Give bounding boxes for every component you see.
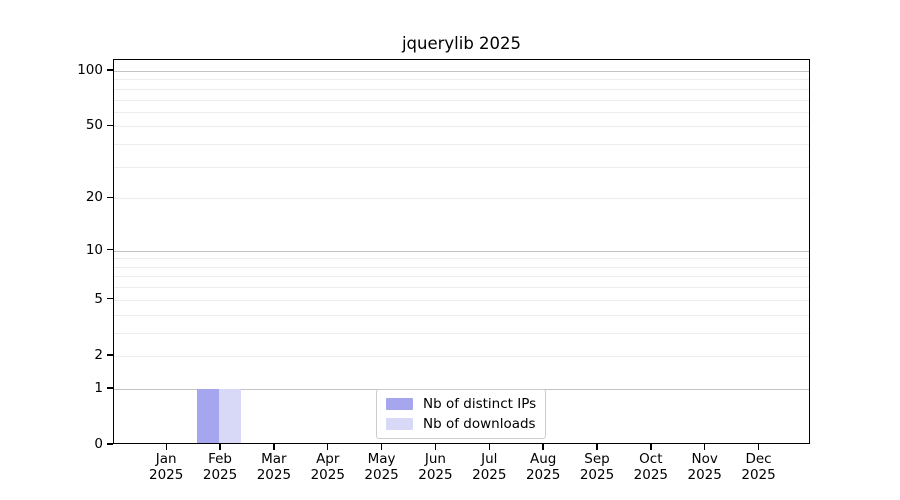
minor-gridline (114, 258, 809, 260)
major-gridline (114, 250, 809, 252)
chart-figure: jquerylib 2025 Nb of distinct IPs Nb of … (0, 0, 900, 500)
y-tick-label: 20 (85, 189, 103, 206)
x-tick-mark (650, 444, 652, 450)
x-tick-label: Dec 2025 (727, 451, 791, 483)
y-tick-mark (107, 354, 113, 356)
x-tick-mark (327, 444, 329, 450)
y-tick-label: 1 (94, 379, 103, 396)
minor-gridline (114, 79, 809, 81)
x-tick-mark (757, 444, 760, 450)
y-tick-mark (107, 387, 113, 389)
minor-gridline (114, 111, 809, 113)
legend-item-downloads: Nb of downloads (386, 416, 536, 432)
minor-gridline (114, 198, 809, 200)
legend-item-distinct-ips: Nb of distinct IPs (386, 396, 536, 412)
minor-gridline (114, 314, 809, 316)
legend: Nb of distinct IPs Nb of downloads (376, 389, 547, 439)
y-tick-mark (107, 69, 113, 71)
x-tick-mark (488, 444, 490, 450)
minor-gridline (114, 299, 809, 301)
y-tick-label: 5 (94, 290, 103, 307)
y-tick-mark (107, 298, 113, 300)
bar-distinct-ips (197, 388, 220, 443)
legend-swatch-distinct-ips (386, 398, 413, 410)
minor-gridline (114, 276, 809, 278)
chart-title: jquerylib 2025 (401, 34, 522, 53)
minor-gridline (114, 88, 809, 90)
y-tick-label: 2 (94, 346, 103, 363)
y-tick-label: 10 (85, 241, 103, 258)
y-tick-label: 0 (94, 436, 103, 452)
plot-area: Nb of distinct IPs Nb of downloads (113, 59, 810, 444)
bar-downloads (219, 388, 242, 443)
x-tick-mark (219, 444, 221, 450)
minor-gridline (114, 99, 809, 101)
y-tick-mark (107, 443, 113, 445)
y-tick-mark (107, 248, 113, 251)
x-tick-mark (434, 444, 437, 450)
x-tick-mark (380, 444, 383, 450)
x-tick-mark (596, 444, 598, 450)
x-tick-year: 2025 (741, 466, 776, 483)
x-tick-mark (542, 444, 544, 450)
y-tick-label: 50 (85, 117, 103, 134)
minor-gridline (114, 287, 809, 289)
y-tick-mark (107, 196, 113, 198)
legend-label-downloads: Nb of downloads (423, 416, 536, 432)
legend-label-distinct-ips: Nb of distinct IPs (423, 396, 537, 412)
x-tick-mark (704, 444, 706, 450)
x-tick-mark (165, 444, 167, 450)
x-tick-month: Dec (745, 451, 772, 467)
minor-gridline (114, 266, 809, 268)
minor-gridline (114, 144, 809, 145)
minor-gridline (114, 166, 809, 168)
y-tick-mark (107, 124, 113, 126)
minor-gridline (114, 332, 809, 334)
major-gridline (114, 70, 809, 72)
minor-gridline (114, 126, 809, 128)
legend-swatch-downloads (386, 418, 413, 430)
x-tick-mark (273, 444, 275, 450)
y-tick-label: 100 (77, 61, 103, 78)
minor-gridline (114, 355, 809, 357)
